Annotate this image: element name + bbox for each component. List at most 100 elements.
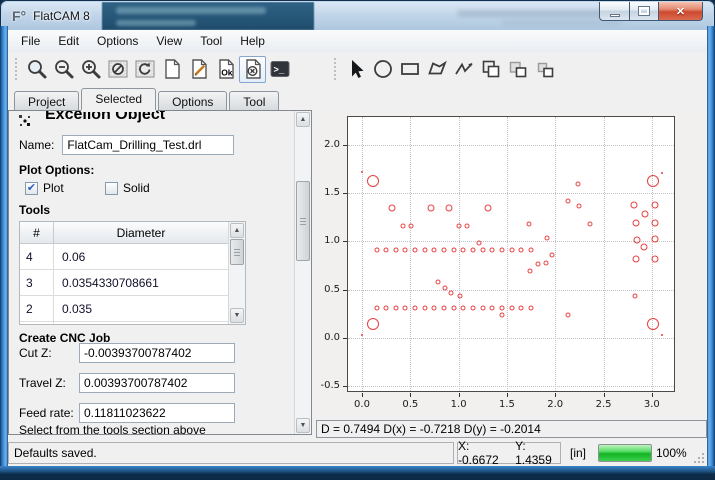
cut-z-label: Cut Z: [19, 346, 79, 360]
polygon-union-button[interactable] [477, 56, 504, 83]
scroll-up-icon[interactable]: ▲ [296, 112, 310, 127]
window-title: FlatCAM 8 [33, 9, 90, 23]
object-name-input[interactable] [62, 135, 234, 155]
scrollbar-thumb[interactable] [230, 239, 244, 265]
resize-grip[interactable] [693, 452, 705, 464]
tools-table-scrollbar[interactable]: ▲ ▼ [228, 222, 245, 324]
titlebar[interactable]: F° FlatCAM 8 ✕ [2, 2, 713, 30]
drill-hole [529, 248, 534, 253]
y-tick-label: 1.0 [310, 235, 340, 246]
scroll-down-icon[interactable]: ▼ [230, 308, 244, 323]
name-label: Name: [19, 138, 54, 152]
shell-button[interactable]: >_ [266, 56, 293, 83]
add-path-button[interactable] [450, 56, 477, 83]
flatcam-window: F° FlatCAM 8 ✕ FileEditOptionsViewToolHe… [0, 0, 715, 474]
drill-hole [480, 248, 485, 253]
plot-checkbox-label: Plot [43, 181, 64, 195]
scroll-down-icon[interactable]: ▼ [296, 418, 310, 433]
delete-object-icon [241, 57, 265, 81]
tools-table-header: # Diameter [20, 222, 228, 244]
add-rectangle-button[interactable] [396, 56, 423, 83]
delete-object-button[interactable] [239, 56, 266, 83]
drill-hole [374, 248, 379, 253]
scroll-up-icon[interactable]: ▲ [230, 223, 244, 238]
tab-bar: ProjectSelectedOptionsTool [14, 88, 281, 110]
close-icon: ✕ [676, 5, 685, 18]
drill-hole [500, 248, 505, 253]
zoom-in-icon [79, 57, 103, 81]
add-path-icon [452, 57, 476, 81]
cut-z-input[interactable] [79, 343, 235, 363]
x-tick-label: 0.5 [402, 399, 418, 410]
zoom-fit-button[interactable] [23, 56, 50, 83]
clear-plot-button[interactable] [104, 56, 131, 83]
plot-figure[interactable]: 0.00.51.01.52.02.53.0-0.50.00.51.01.52.0 [316, 110, 707, 416]
drill-hole [577, 203, 582, 208]
drill-hole [519, 248, 524, 253]
plot-checkbox[interactable]: ✔ [25, 182, 38, 195]
travel-z-input[interactable] [79, 373, 235, 393]
panel-scrollbar[interactable]: ▲ ▼ [294, 111, 311, 434]
menu-item-options[interactable]: Options [88, 31, 147, 51]
drill-hole [509, 248, 514, 253]
shell-icon: >_ [268, 57, 292, 81]
drill-hole [633, 294, 638, 299]
solid-checkbox[interactable] [105, 182, 118, 195]
tools-table: # Diameter 40.0630.035433070866120.035 ▲… [19, 221, 246, 325]
tab-project[interactable]: Project [14, 91, 79, 110]
drill-hole [445, 204, 452, 211]
menu-item-edit[interactable]: Edit [49, 31, 88, 51]
tools-label: Tools [19, 203, 50, 217]
gridline-y [348, 145, 674, 146]
add-polygon-button[interactable] [423, 56, 450, 83]
tools-col-diameter: Diameter [54, 222, 228, 243]
select-tool-button[interactable] [342, 56, 369, 83]
toolbar-drag-handle[interactable] [14, 57, 19, 81]
menu-item-file[interactable]: File [12, 31, 49, 51]
clear-plot-icon [106, 57, 130, 81]
minimize-button[interactable] [599, 2, 629, 21]
tab-selected[interactable]: Selected [81, 88, 156, 110]
drill-hole [527, 222, 532, 227]
zoom-in-button[interactable] [77, 56, 104, 83]
tab-options[interactable]: Options [158, 91, 227, 110]
drill-hole [451, 248, 456, 253]
y-tick-label: 0.0 [310, 332, 340, 343]
tab-tool[interactable]: Tool [229, 91, 279, 110]
menu-item-help[interactable]: Help [231, 31, 274, 51]
toolbar-drag-handle[interactable] [333, 57, 338, 81]
drill-hole [400, 224, 405, 229]
menu-item-view[interactable]: View [147, 31, 191, 51]
drill-hole [490, 306, 495, 311]
replot-button[interactable] [131, 56, 158, 83]
tool-row-2[interactable]: 20.035 [20, 296, 228, 322]
maximize-icon [639, 7, 649, 15]
edit-object-button[interactable] [185, 56, 212, 83]
coord-x: X: -0.6672 [458, 439, 507, 466]
polygon-intersection-button[interactable] [504, 56, 531, 83]
maximize-button[interactable] [629, 2, 658, 21]
drill-hole [384, 306, 389, 311]
save-object-button[interactable]: Ok [212, 56, 239, 83]
zoom-out-icon [52, 57, 76, 81]
tool-row-3[interactable]: 30.0354330708661 [20, 270, 228, 296]
drill-hole [651, 220, 658, 227]
drill-hole [661, 334, 663, 336]
scrollbar-thumb[interactable] [296, 181, 310, 261]
drill-hole [565, 312, 570, 317]
drill-hole [535, 261, 540, 266]
polygon-subtract-button[interactable] [531, 56, 558, 83]
add-circle-button[interactable] [369, 56, 396, 83]
plot-axes[interactable]: 0.00.51.01.52.02.53.0-0.50.00.51.01.52.0 [347, 116, 675, 392]
minimize-icon [610, 14, 620, 17]
tool-row-4[interactable]: 40.06 [20, 244, 228, 270]
tools-col-number: # [20, 222, 54, 243]
drill-hole [422, 248, 427, 253]
zoom-out-button[interactable] [50, 56, 77, 83]
main-area: Excellon Object Name: Plot Options: ✔Plo… [8, 110, 707, 436]
close-button[interactable]: ✕ [658, 2, 703, 21]
menu-item-tool[interactable]: Tool [191, 31, 231, 51]
new-project-button[interactable] [158, 56, 185, 83]
drill-hole [422, 306, 427, 311]
feed-rate-input[interactable] [79, 403, 235, 423]
